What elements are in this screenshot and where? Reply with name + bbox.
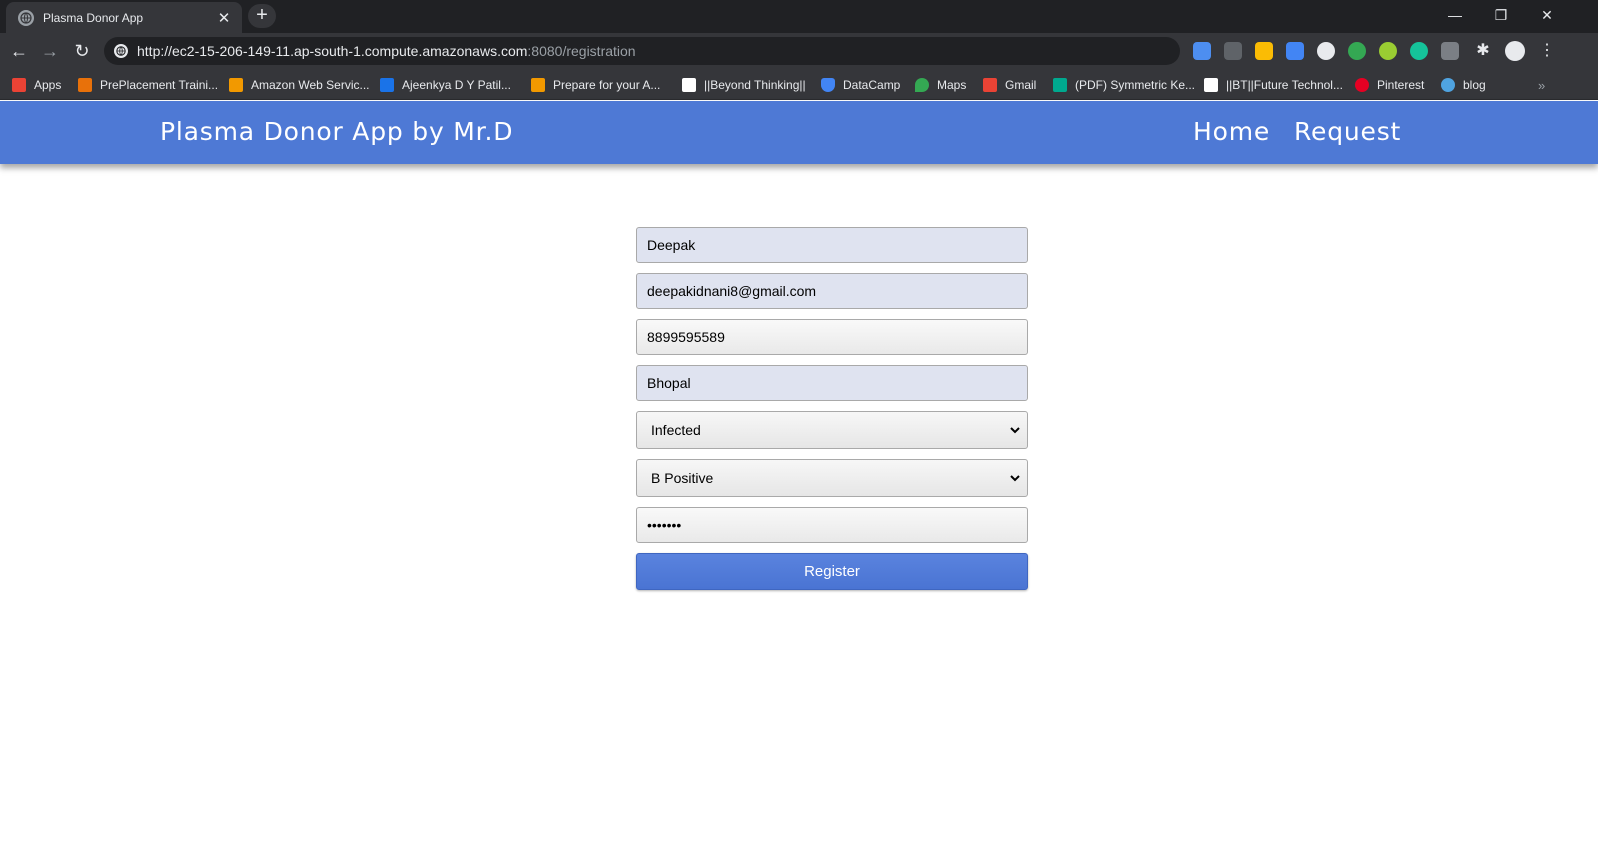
extension-icon[interactable]: [1224, 42, 1242, 60]
forward-icon[interactable]: →: [39, 41, 61, 61]
blog-icon: [1441, 78, 1455, 92]
extension-translate-icon[interactable]: [1193, 42, 1211, 60]
app-navbar: Plasma Donor App by Mr.D Home Request: [0, 101, 1598, 164]
bookmark-item[interactable]: Amazon Web Servic...: [229, 75, 370, 95]
address-bar[interactable]: http://ec2-15-206-149-11.ap-south-1.comp…: [104, 37, 1180, 65]
speed-icon[interactable]: [1317, 42, 1335, 60]
minimize-icon[interactable]: —: [1432, 0, 1478, 30]
blood-group-select-value: B Positive: [651, 470, 714, 486]
email-input[interactable]: deepakidnani8@gmail.com: [636, 273, 1028, 309]
password-input[interactable]: •••••••: [636, 507, 1028, 543]
globe-icon: [18, 9, 34, 26]
gmail-icon: [983, 78, 997, 92]
profile-avatar[interactable]: [1505, 41, 1525, 61]
city-input[interactable]: Bhopal: [636, 365, 1028, 401]
bookmark-item[interactable]: Ajeenkya D Y Patil...: [380, 75, 511, 95]
close-window-icon[interactable]: ✕: [1524, 0, 1570, 30]
extension-window-icon[interactable]: [1286, 42, 1304, 60]
bookmark-icon: [682, 78, 696, 92]
bookmark-item[interactable]: DataCamp: [821, 75, 900, 95]
info-icon[interactable]: [114, 44, 128, 58]
bookmark-icon: [78, 78, 92, 92]
new-tab-button[interactable]: +: [248, 4, 276, 28]
bookmark-icon: [531, 78, 545, 92]
bookmark-item[interactable]: ||Beyond Thinking||: [682, 75, 806, 95]
chevron-down-icon: [1010, 427, 1020, 434]
status-select-value: Infected: [651, 422, 701, 438]
close-tab-icon[interactable]: ✕: [216, 9, 232, 27]
bookmark-item[interactable]: Pinterest: [1355, 75, 1424, 95]
check-icon[interactable]: [1348, 42, 1366, 60]
browser-tabstrip: Plasma Donor App ✕ + — ❐ ✕: [0, 0, 1598, 33]
browser-tab[interactable]: Plasma Donor App ✕: [6, 2, 242, 33]
researchgate-icon: [1053, 78, 1067, 92]
extension-grey-icon[interactable]: [1441, 42, 1459, 60]
bookmarks-bar: Apps PrePlacement Traini... Amazon Web S…: [0, 69, 1598, 100]
menu-icon[interactable]: ⋮: [1538, 42, 1556, 60]
bookmark-item[interactable]: blog: [1441, 75, 1486, 95]
nav-request[interactable]: Request: [1294, 117, 1401, 146]
restore-icon[interactable]: ❐: [1478, 0, 1524, 30]
tab-title: Plasma Donor App: [43, 10, 144, 25]
pinterest-icon: [1355, 78, 1369, 92]
apps-icon: [12, 78, 26, 92]
drive-icon[interactable]: [1255, 42, 1273, 60]
reload-icon[interactable]: ↻: [71, 41, 93, 61]
name-input[interactable]: Deepak: [636, 227, 1028, 263]
phone-input[interactable]: 8899595589: [636, 319, 1028, 355]
bookmark-item[interactable]: ||BT||Future Technol...: [1204, 75, 1343, 95]
register-button[interactable]: Register: [636, 553, 1028, 590]
maps-icon: [915, 78, 929, 92]
bookmarks-overflow-icon[interactable]: »: [1538, 75, 1545, 95]
bookmark-item[interactable]: Maps: [915, 75, 966, 95]
nav-home[interactable]: Home: [1193, 117, 1270, 146]
chevron-down-icon: [1010, 475, 1020, 482]
puzzle-icon[interactable]: ✱: [1474, 42, 1492, 60]
blood-group-select[interactable]: B Positive: [636, 459, 1028, 497]
back-icon[interactable]: ←: [8, 41, 30, 61]
bookmark-item[interactable]: PrePlacement Traini...: [78, 75, 218, 95]
shield-icon: [821, 78, 835, 92]
extension-green-icon[interactable]: [1379, 42, 1397, 60]
bookmark-icon: [229, 78, 243, 92]
browser-toolbar: ← → ↻ http://ec2-15-206-149-11.ap-south-…: [0, 33, 1598, 69]
bookmark-icon: [1204, 78, 1218, 92]
bookmark-item[interactable]: (PDF) Symmetric Ke...: [1053, 75, 1195, 95]
bookmark-item[interactable]: Prepare for your A...: [531, 75, 660, 95]
grammarly-icon[interactable]: [1410, 42, 1428, 60]
bookmark-item[interactable]: Gmail: [983, 75, 1036, 95]
url-text: http://ec2-15-206-149-11.ap-south-1.comp…: [137, 43, 636, 59]
bookmark-item[interactable]: Apps: [12, 75, 61, 95]
status-select[interactable]: Infected: [636, 411, 1028, 449]
bookmark-icon: [380, 78, 394, 92]
app-brand[interactable]: Plasma Donor App by Mr.D: [160, 117, 513, 146]
